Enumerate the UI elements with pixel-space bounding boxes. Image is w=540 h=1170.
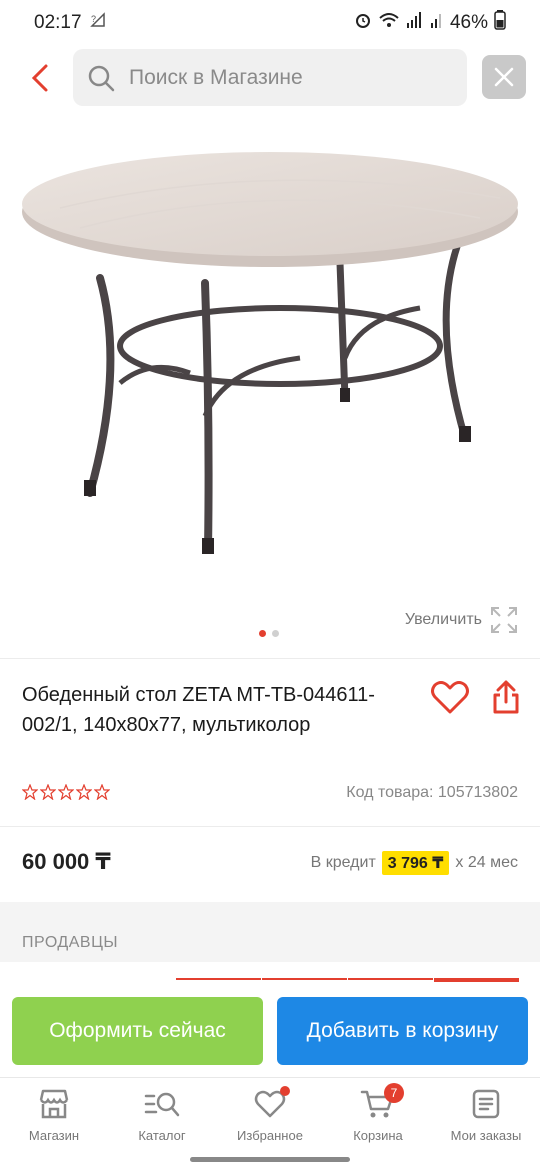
nav-item-store[interactable]: Магазин xyxy=(0,1078,108,1170)
favorites-badge-dot xyxy=(280,1086,290,1096)
seller-tabs xyxy=(176,978,520,982)
signal-icon-2 xyxy=(430,11,444,35)
star-icon xyxy=(58,784,74,800)
credit-prefix: В кредит xyxy=(310,854,376,871)
star-icon xyxy=(94,784,110,800)
cart-badge-count: 7 xyxy=(384,1083,404,1103)
chevron-left-icon xyxy=(31,64,48,92)
gallery-dot[interactable] xyxy=(272,630,279,637)
catalog-search-icon xyxy=(144,1092,180,1117)
seller-tab[interactable] xyxy=(348,978,433,982)
search-header: Поиск в Магазине xyxy=(0,46,540,110)
search-input[interactable]: Поиск в Магазине xyxy=(73,49,467,106)
close-icon xyxy=(494,67,514,87)
star-icon xyxy=(76,784,92,800)
credit-offer[interactable]: В кредит 3 796 ₸ x 24 мес xyxy=(311,851,518,875)
nav-label: Избранное xyxy=(237,1128,303,1143)
seller-tab[interactable] xyxy=(176,978,261,982)
battery-percent: 46% xyxy=(449,12,488,33)
divider xyxy=(0,826,540,827)
search-icon xyxy=(88,65,115,91)
sellers-title: ПРОДАВЦЫ xyxy=(22,934,119,951)
orders-icon xyxy=(472,1089,500,1119)
wifi-icon xyxy=(378,11,400,35)
product-code-label: Код товара: xyxy=(346,784,434,801)
battery-icon xyxy=(494,10,506,36)
sellers-section-header xyxy=(0,902,540,962)
nav-label: Корзина xyxy=(353,1128,403,1143)
share-icon xyxy=(493,680,519,714)
star-icon xyxy=(22,784,38,800)
nav-item-orders[interactable]: Мои заказы xyxy=(432,1078,540,1170)
nav-label: Каталог xyxy=(138,1128,186,1143)
nav-label: Мои заказы xyxy=(450,1128,522,1143)
seller-tab[interactable] xyxy=(262,978,347,982)
nav-label: Магазин xyxy=(28,1128,80,1143)
product-code-value: 105713802 xyxy=(437,784,518,801)
rating-stars[interactable] xyxy=(22,784,110,800)
heart-icon xyxy=(431,681,469,714)
gallery-dot-active[interactable] xyxy=(259,630,266,637)
product-title: Обеденный стол ZETA MT-TB-044611-002/1, … xyxy=(22,684,375,736)
share-button[interactable] xyxy=(491,680,525,716)
product-image[interactable] xyxy=(0,118,540,658)
credit-monthly-amount: 3 796 ₸ xyxy=(381,851,450,875)
signal-icon xyxy=(406,11,424,35)
store-icon xyxy=(39,1089,69,1119)
product-code: Код товара: 105713802 xyxy=(346,784,518,802)
checkout-now-button[interactable]: Оформить сейчас xyxy=(12,997,263,1065)
zoom-button[interactable]: Увеличить xyxy=(405,606,518,634)
clear-search-button[interactable] xyxy=(482,55,526,99)
star-icon xyxy=(40,784,56,800)
alarm-icon xyxy=(354,11,372,35)
product-page: 02:17 ? 46% Поиск в Магазине Увеличить О… xyxy=(0,0,540,1170)
zoom-label: Увеличить xyxy=(404,611,482,628)
back-button[interactable] xyxy=(22,58,58,98)
status-bar: 02:17 ? 46% xyxy=(0,0,540,46)
expand-icon xyxy=(491,607,517,633)
add-to-cart-button[interactable]: Добавить в корзину xyxy=(277,997,528,1065)
status-time: 02:17 xyxy=(34,12,82,33)
home-indicator[interactable] xyxy=(190,1157,350,1162)
divider xyxy=(0,658,540,659)
search-placeholder: Поиск в Магазине xyxy=(129,65,303,89)
signal-off-icon: ? xyxy=(89,12,106,34)
product-price: 60 000 ₸ xyxy=(22,849,111,874)
seller-tab-active[interactable] xyxy=(434,978,519,982)
dining-table-image xyxy=(22,152,518,554)
svg-text:?: ? xyxy=(91,14,96,24)
favorite-button[interactable] xyxy=(430,680,470,716)
credit-term: x 24 мес xyxy=(455,854,518,871)
gallery-pagination xyxy=(259,630,279,637)
